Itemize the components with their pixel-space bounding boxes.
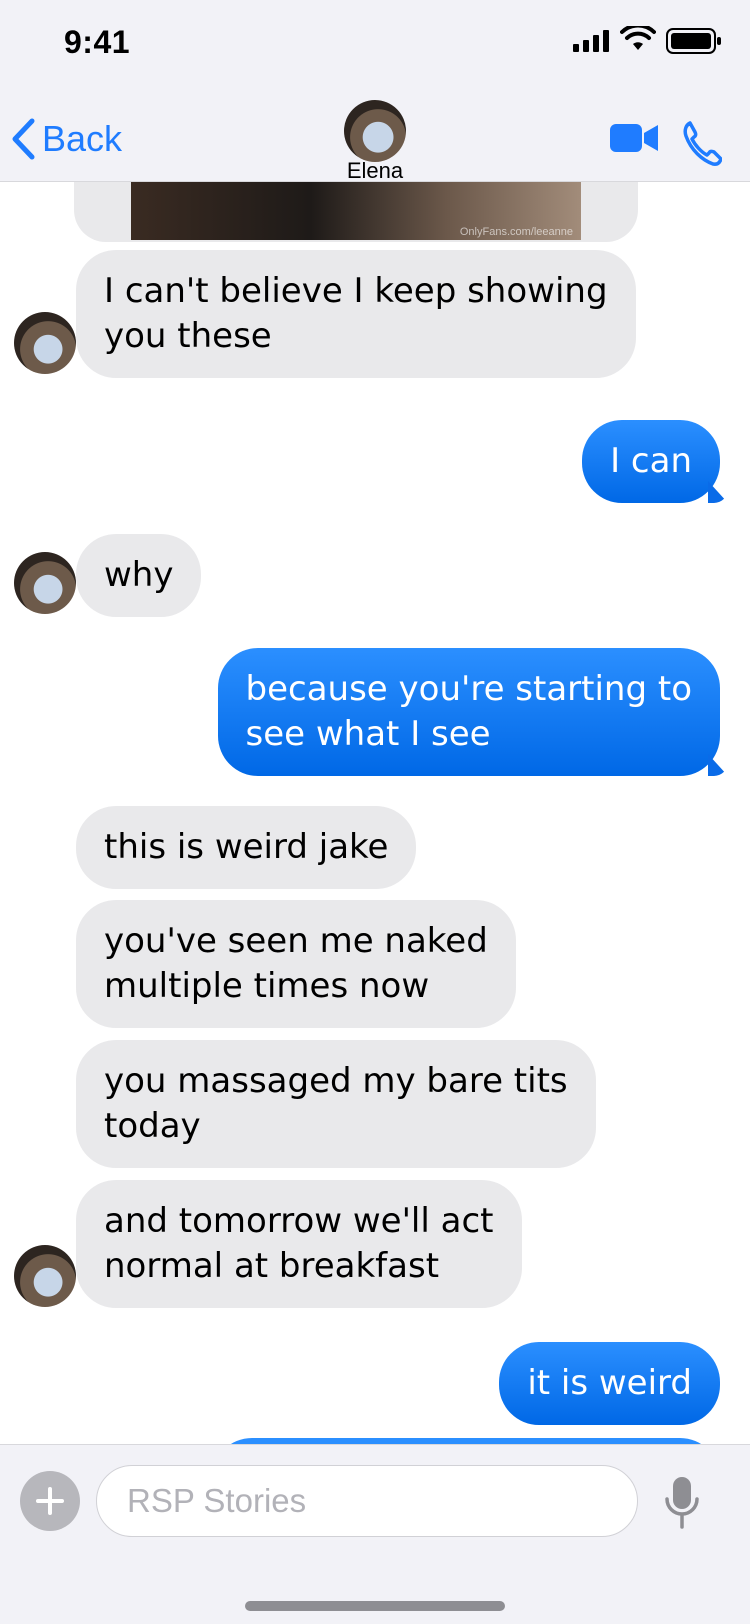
image-attachment[interactable]: OnlyFans.com/leeanne: [74, 182, 638, 242]
sender-avatar: [14, 312, 76, 374]
microphone-icon[interactable]: [664, 1475, 700, 1531]
message-input[interactable]: [96, 1465, 638, 1537]
sender-avatar: [14, 1245, 76, 1307]
message-thread[interactable]: OnlyFans.com/leeanne I can't believe I k…: [0, 182, 750, 1444]
chevron-left-icon: [12, 118, 35, 160]
outgoing-message: I can: [582, 420, 720, 503]
home-indicator[interactable]: [245, 1601, 505, 1611]
incoming-message: and tomorrow we'll act normal at breakfa…: [76, 1180, 522, 1308]
contact-avatar: [344, 100, 406, 162]
incoming-message: why: [76, 534, 202, 617]
nav-header: 9:41 Back Elena: [0, 0, 750, 184]
video-call-icon[interactable]: [610, 122, 660, 154]
back-label: Back: [42, 118, 123, 159]
incoming-message: you massaged my bare tits today: [76, 1040, 596, 1168]
contact-header[interactable]: Elena: [325, 100, 425, 184]
phone-call-icon[interactable]: [682, 120, 722, 166]
status-time: 9:41: [64, 24, 131, 60]
back-button[interactable]: Back: [10, 114, 122, 164]
incoming-message: you've seen me naked multiple times now: [76, 900, 516, 1028]
wifi-icon: [620, 26, 656, 50]
outgoing-message: it is weird: [499, 1342, 720, 1425]
composer-bar: [0, 1444, 750, 1624]
cellular-signal-icon: [573, 30, 609, 52]
battery-icon: [666, 28, 721, 54]
plus-icon: [36, 1487, 64, 1515]
contact-name: Elena: [346, 158, 404, 183]
incoming-message: this is weird jake: [76, 806, 417, 889]
add-attachment-button[interactable]: [20, 1471, 80, 1531]
sender-avatar: [14, 552, 76, 614]
attachment-photo: OnlyFans.com/leeanne: [131, 182, 581, 240]
photo-watermark: OnlyFans.com/leeanne: [459, 226, 573, 238]
outgoing-message: because you're starting to see what I se…: [217, 648, 720, 776]
incoming-message: I can't believe I keep showing you these: [76, 250, 636, 378]
